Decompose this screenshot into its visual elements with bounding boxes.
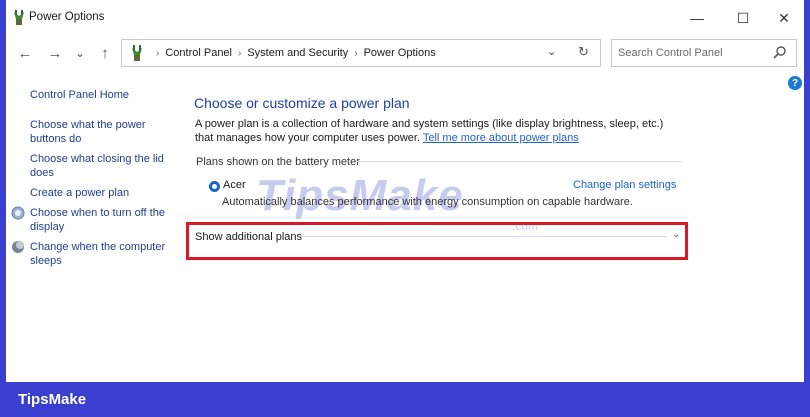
power-options-icon <box>14 10 24 25</box>
sidebar-item-computer-sleeps[interactable]: Change when the computer sleeps <box>30 240 165 268</box>
chevron-down-icon[interactable]: ⌄ <box>672 229 680 240</box>
plan-description: Automatically balances performance with … <box>222 196 633 208</box>
change-plan-settings-link[interactable]: Change plan settings <box>573 179 676 191</box>
breadcrumb-system-and-security[interactable]: System and Security <box>247 47 348 59</box>
additional-plans-divider <box>301 236 666 237</box>
sidebar-item-turn-off-display[interactable]: Choose when to turn off the display <box>30 206 165 234</box>
learn-more-link[interactable]: Tell me more about power plans <box>423 132 579 144</box>
up-button[interactable]: ↑ <box>94 42 116 64</box>
show-additional-plans-toggle[interactable]: Show additional plans <box>195 231 302 243</box>
sidebar-item-power-buttons[interactable]: Choose what the power buttons do <box>30 118 146 146</box>
breadcrumb: › Control Panel › System and Security › … <box>150 47 436 59</box>
window-title: Power Options <box>29 11 105 23</box>
recent-locations-button[interactable]: ⌄ <box>69 42 91 64</box>
maximize-button[interactable]: ☐ <box>728 6 758 30</box>
sidebar-item-control-panel-home[interactable]: Control Panel Home <box>30 88 129 102</box>
breadcrumb-separator: › <box>156 47 160 59</box>
title-bar: Power Options — ☐ ✕ <box>6 0 804 36</box>
group-divider <box>356 161 682 162</box>
display-icon <box>11 206 25 220</box>
close-button[interactable]: ✕ <box>769 6 799 30</box>
brand-logo: TipsMake <box>18 391 87 408</box>
address-bar[interactable]: › Control Panel › System and Security › … <box>121 39 601 67</box>
search-icon[interactable] <box>772 45 788 61</box>
sidebar-item-closing-lid[interactable]: Choose what closing the lid does <box>30 152 164 180</box>
help-icon[interactable]: ? <box>788 76 802 90</box>
moon-icon <box>12 241 24 253</box>
breadcrumb-separator: › <box>354 47 358 59</box>
plan-radio-acer[interactable] <box>209 181 220 192</box>
address-dropdown-icon[interactable]: ⌄ <box>547 45 556 58</box>
search-box[interactable]: Search Control Panel <box>611 39 797 67</box>
breadcrumb-power-options[interactable]: Power Options <box>364 47 436 59</box>
power-options-window: Power Options — ☐ ✕ ← → ⌄ ↑ › Control Pa… <box>6 0 804 382</box>
search-input[interactable]: Search Control Panel <box>618 47 723 59</box>
control-panel-icon <box>132 45 142 61</box>
sidebar-item-create-power-plan[interactable]: Create a power plan <box>30 186 129 200</box>
breadcrumb-control-panel[interactable]: Control Panel <box>165 47 232 59</box>
navigation-bar: ← → ⌄ ↑ › Control Panel › System and Sec… <box>6 36 804 70</box>
battery-meter-group-label: Plans shown on the battery meter <box>196 156 360 168</box>
plan-name[interactable]: Acer <box>223 179 246 191</box>
page-description: A power plan is a collection of hardware… <box>195 117 665 145</box>
minimize-button[interactable]: — <box>682 6 712 30</box>
forward-button[interactable]: → <box>44 42 66 64</box>
refresh-icon[interactable]: ↻ <box>578 44 589 60</box>
page-title: Choose or customize a power plan <box>194 95 410 111</box>
breadcrumb-separator: › <box>238 47 242 59</box>
footer-bar: TipsMake <box>0 382 810 417</box>
back-button[interactable]: ← <box>14 42 36 64</box>
